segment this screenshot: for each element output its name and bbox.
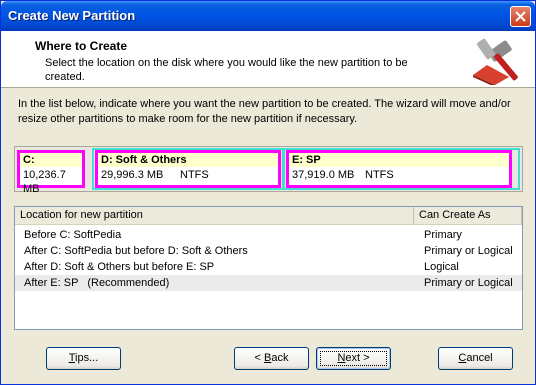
column-header-can-create-as[interactable]: Can Create As — [414, 207, 522, 225]
wizard-header: Where to Create Select the location on t… — [1, 31, 535, 88]
partition-size: 29,996.3 MB — [101, 169, 164, 181]
partition-size: 37,919.0 MB — [292, 169, 355, 181]
location-cell: After D: Soft & Others but before E: SP — [24, 261, 215, 273]
partition-e[interactable]: E: SP 37,919.0 MB NTFS — [286, 150, 512, 188]
location-cell: After C: SoftPedia but before D: Soft & … — [24, 245, 248, 257]
instruction-text: In the list below, indicate where you wa… — [18, 98, 511, 125]
focus-rectangle — [320, 351, 387, 366]
column-header-location[interactable]: Location for new partition — [15, 207, 414, 225]
cancel-label: ancel — [466, 352, 493, 364]
page-description: Select the location on the disk where yo… — [45, 57, 408, 83]
location-list[interactable]: Location for new partition Can Create As… — [14, 206, 523, 330]
close-button[interactable] — [510, 6, 531, 27]
type-cell: Logical — [424, 261, 459, 273]
location-cell: Before C: SoftPedia — [24, 229, 122, 241]
partition-size: 10,236.7 MB — [23, 169, 66, 195]
cancel-button[interactable]: Cancel — [438, 347, 513, 370]
tips-label: ips... — [75, 352, 99, 364]
tips-button[interactable]: Tips... — [46, 347, 121, 370]
list-item-selected[interactable]: After E: SP (Recommended) Primary or Log… — [15, 275, 522, 291]
type-cell: Primary or Logical — [424, 245, 513, 257]
next-button[interactable]: Next > — [316, 347, 391, 370]
type-cell: Primary or Logical — [424, 277, 513, 289]
list-item[interactable]: After C: SoftPedia but before D: Soft & … — [15, 243, 522, 259]
list-header: Location for new partition Can Create As — [15, 207, 522, 225]
hammer-icon — [473, 38, 518, 85]
partition-d[interactable]: D: Soft & Others 29,996.3 MB NTFS — [95, 150, 281, 188]
back-prefix: < — [254, 352, 264, 364]
partition-label: C: — [20, 153, 82, 167]
back-label: ack — [271, 352, 289, 364]
partition-label: E: SP — [289, 153, 509, 167]
partition-map: C: 10,236.7 MB D: Soft & Others 29,996.3… — [14, 146, 523, 195]
page-title: Where to Create — [35, 39, 128, 53]
window-title: Create New Partition — [8, 8, 136, 23]
partition-filesystem: NTFS — [365, 169, 394, 181]
partition-label: D: Soft & Others — [98, 153, 278, 167]
back-button[interactable]: < Back — [234, 347, 309, 370]
partition-c[interactable]: C: 10,236.7 MB — [17, 150, 85, 195]
list-item[interactable]: After D: Soft & Others but before E: SP … — [15, 259, 522, 275]
list-item[interactable]: Before C: SoftPedia Primary — [15, 227, 522, 243]
close-icon — [515, 11, 526, 22]
partition-filesystem: NTFS — [180, 169, 209, 181]
location-cell: After E: SP (Recommended) — [24, 277, 170, 289]
create-new-partition-dialog: Create New Partition Where to Create Sel… — [0, 0, 536, 385]
type-cell: Primary — [424, 229, 462, 241]
title-bar[interactable]: Create New Partition — [1, 1, 535, 31]
